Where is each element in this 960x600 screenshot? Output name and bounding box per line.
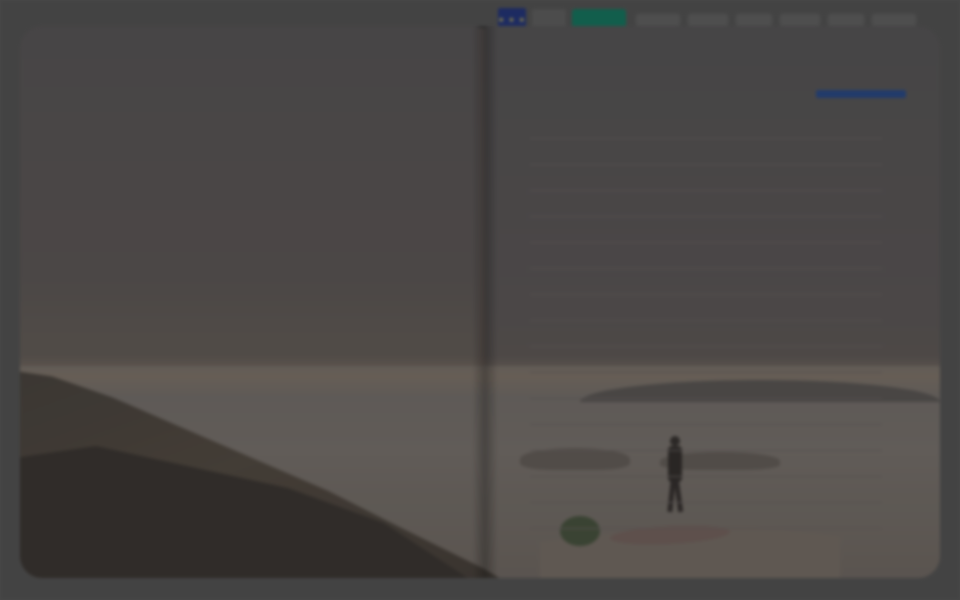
note-line[interactable] bbox=[530, 398, 882, 399]
note-line[interactable] bbox=[530, 268, 882, 269]
note-line[interactable] bbox=[530, 138, 882, 139]
note-line[interactable] bbox=[530, 476, 882, 477]
note-line[interactable] bbox=[530, 424, 882, 425]
toolbar-segment[interactable] bbox=[780, 14, 820, 26]
toolbar-segment[interactable] bbox=[828, 14, 864, 26]
toolbar-segment[interactable] bbox=[872, 14, 916, 26]
note-line[interactable] bbox=[530, 164, 882, 165]
note-line[interactable] bbox=[530, 372, 882, 373]
notebook-spread bbox=[20, 26, 940, 578]
note-line[interactable] bbox=[530, 190, 882, 191]
note-line[interactable] bbox=[530, 450, 882, 451]
note-line[interactable] bbox=[530, 320, 882, 321]
toolbar-segment[interactable] bbox=[736, 14, 772, 26]
note-line[interactable] bbox=[530, 528, 882, 529]
shrub bbox=[560, 516, 600, 546]
notebook-spine bbox=[472, 26, 498, 578]
toolbar-segment[interactable] bbox=[688, 14, 728, 26]
note-line[interactable] bbox=[530, 346, 882, 347]
blurred-screen: ★ ★ ★ bbox=[0, 0, 960, 600]
note-line[interactable] bbox=[530, 502, 882, 503]
note-line[interactable] bbox=[530, 242, 882, 243]
note-line[interactable] bbox=[530, 216, 882, 217]
note-line[interactable] bbox=[530, 294, 882, 295]
brand-logo-icon bbox=[816, 56, 911, 104]
toolbar-segment[interactable] bbox=[636, 14, 680, 26]
